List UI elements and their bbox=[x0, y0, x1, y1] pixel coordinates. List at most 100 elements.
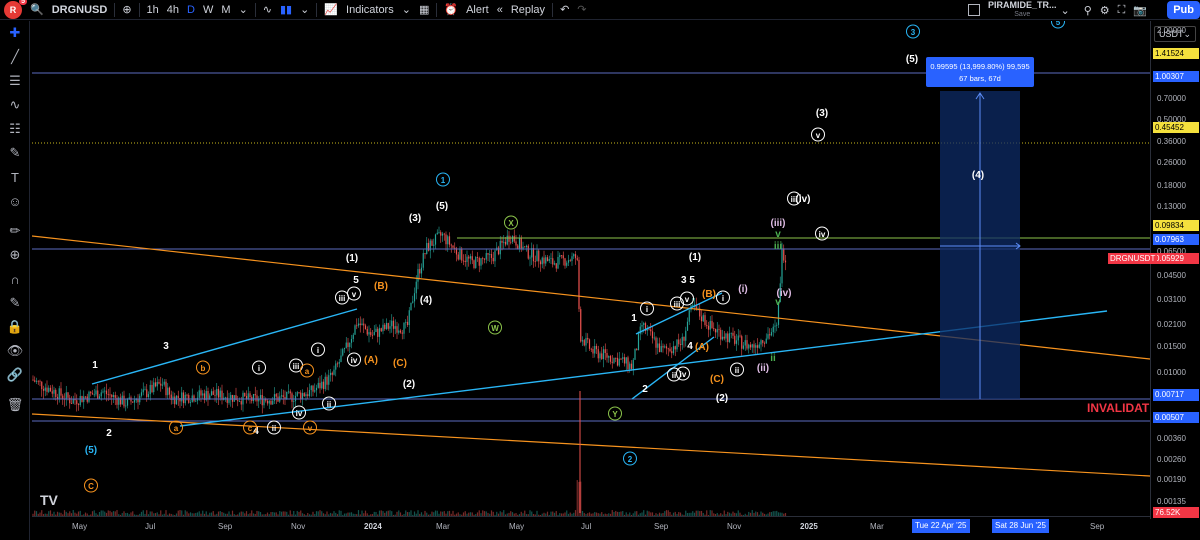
wave-label[interactable]: b bbox=[201, 364, 206, 373]
wave-label[interactable]: 2 bbox=[628, 455, 633, 464]
lock-drawing-icon[interactable]: ✎ bbox=[0, 291, 30, 315]
interval-w[interactable]: W bbox=[199, 0, 217, 20]
compare-symbol-icon[interactable]: ⊕ bbox=[118, 0, 135, 20]
magnet-icon[interactable]: ∩ bbox=[0, 267, 30, 291]
wave-label[interactable]: (2) bbox=[403, 379, 415, 390]
interval-1h[interactable]: 1h bbox=[143, 0, 163, 20]
wave-label[interactable]: 1 bbox=[92, 360, 98, 371]
user-avatar[interactable]: R5 bbox=[4, 0, 27, 19]
wave-label[interactable]: ii bbox=[327, 400, 331, 409]
wave-label[interactable]: (A) bbox=[364, 355, 378, 366]
wave-label[interactable]: c bbox=[248, 424, 253, 433]
wave-label[interactable]: (3) bbox=[816, 108, 828, 119]
wave-label[interactable]: (4) bbox=[972, 170, 984, 181]
wave-label[interactable]: C bbox=[88, 482, 94, 491]
wave-label[interactable]: iv bbox=[351, 356, 358, 365]
wave-label[interactable]: a bbox=[305, 367, 310, 376]
wave-label[interactable]: (1) bbox=[346, 253, 358, 264]
wave-label[interactable]: ii bbox=[272, 424, 276, 433]
wave-label[interactable]: 1 bbox=[631, 313, 637, 324]
interval-m[interactable]: M bbox=[217, 0, 234, 20]
wave-label[interactable]: (4) bbox=[420, 295, 432, 306]
search-icon[interactable]: 🔍 bbox=[26, 0, 48, 20]
wave-label[interactable]: (A) bbox=[695, 342, 709, 353]
zoom-in-icon[interactable]: ⊕ bbox=[0, 243, 30, 267]
wave-label[interactable]: (iv) bbox=[796, 194, 811, 205]
wave-label[interactable]: iv bbox=[819, 230, 826, 239]
wave-label[interactable]: i bbox=[646, 305, 648, 314]
wave-label[interactable]: i bbox=[317, 346, 319, 355]
wave-label[interactable]: ii bbox=[672, 371, 676, 380]
emoji-icon[interactable]: ☺ bbox=[0, 189, 30, 213]
settings-icon[interactable]: ⚙ bbox=[1096, 0, 1114, 20]
wave-label[interactable]: 2 bbox=[642, 384, 648, 395]
chart-type-dropdown-icon[interactable]: ⌄ bbox=[296, 0, 313, 20]
wave-label[interactable]: 2 bbox=[106, 428, 112, 439]
layouts-icon[interactable]: ▦ bbox=[415, 0, 433, 20]
fullscreen-icon[interactable]: ⛶ bbox=[1114, 0, 1130, 20]
price-chart[interactable]: 0.99595 (13,999.80%) 99,595 67 bars, 67d… bbox=[32, 21, 1150, 519]
wave-label[interactable]: (B) bbox=[374, 281, 388, 292]
wave-label[interactable]: iii bbox=[339, 294, 346, 303]
wave-label[interactable]: i bbox=[258, 364, 260, 373]
wave-label[interactable]: iii bbox=[674, 300, 681, 309]
wave-label[interactable]: (2) bbox=[716, 393, 728, 404]
eye-icon[interactable]: 👁 bbox=[0, 339, 30, 363]
wave-label[interactable]: (5) bbox=[85, 445, 97, 456]
chart-type-line-icon[interactable]: ∿ bbox=[259, 0, 276, 20]
wave-label[interactable]: 5 bbox=[1056, 21, 1061, 27]
trash-icon[interactable]: 🗑 bbox=[0, 393, 30, 417]
wave-label[interactable]: v bbox=[816, 131, 821, 140]
wave-label[interactable]: (3) bbox=[409, 213, 421, 224]
wave-label[interactable]: 3 5 bbox=[681, 275, 695, 286]
wave-label[interactable]: X bbox=[508, 219, 514, 228]
wave-label[interactable]: a bbox=[174, 424, 179, 433]
alert-button[interactable]: Alert bbox=[462, 0, 493, 20]
indicators-icon[interactable]: 📈 bbox=[320, 0, 342, 20]
wave-label[interactable]: W bbox=[491, 324, 499, 333]
wave-label[interactable]: (5) bbox=[906, 54, 918, 65]
trendline-icon[interactable]: ╱ bbox=[0, 45, 30, 69]
wave-label[interactable]: (C) bbox=[393, 358, 407, 369]
wave-label[interactable]: ii bbox=[735, 366, 739, 375]
wave-label[interactable]: v bbox=[352, 290, 357, 299]
wave-label[interactable]: v bbox=[775, 229, 781, 240]
replay-button[interactable]: Replay bbox=[507, 0, 549, 20]
symbol-search[interactable]: DRGNUSD bbox=[48, 0, 112, 20]
interval-4h[interactable]: 4h bbox=[163, 0, 183, 20]
publish-button[interactable]: Pub bbox=[1167, 1, 1200, 19]
interval-d[interactable]: D bbox=[183, 0, 199, 20]
indicators-dropdown-icon[interactable]: ⌄ bbox=[398, 0, 415, 20]
wave-label[interactable]: iv bbox=[296, 409, 303, 418]
wave-label[interactable]: (i) bbox=[738, 284, 747, 295]
time-axis[interactable]: May Jul Sep Nov 2024 Mar May Jul Sep Nov 2025 Mar Tu… bbox=[32, 516, 1150, 540]
wave-label[interactable]: Y bbox=[612, 410, 618, 419]
wave-label[interactable]: 5 bbox=[353, 275, 359, 286]
chart-type-bars-icon[interactable]: ▮▮ bbox=[276, 0, 296, 20]
alert-icon[interactable]: ⏰ bbox=[440, 0, 462, 20]
crosshair-icon[interactable]: ✚ bbox=[0, 21, 30, 45]
redo-icon[interactable]: ↷ bbox=[573, 0, 590, 20]
wave-label[interactable]: (C) bbox=[710, 374, 724, 385]
interval-dropdown-icon[interactable]: ⌄ bbox=[235, 0, 252, 20]
layout-name-button[interactable]: PIRAMIDE_TR... Save bbox=[988, 1, 1057, 19]
wave-label[interactable]: v bbox=[685, 295, 690, 304]
lock-icon[interactable]: 🔒 bbox=[0, 315, 30, 339]
wave-label[interactable]: ii bbox=[770, 353, 776, 364]
price-scale[interactable]: USDT ⌄ 2.00000 0.70000 0.50000 0.36000 0.2600… bbox=[1150, 21, 1200, 519]
wave-label[interactable]: v bbox=[775, 297, 781, 308]
wave-label[interactable]: (iii) bbox=[771, 218, 786, 229]
wave-label[interactable]: iv bbox=[680, 370, 687, 379]
wave-label[interactable]: 1 bbox=[441, 176, 446, 185]
wave-label[interactable]: (1) bbox=[689, 252, 701, 263]
wave-label[interactable]: i bbox=[722, 294, 724, 303]
replay-icon[interactable]: « bbox=[493, 0, 507, 20]
wave-label[interactable]: (B) bbox=[702, 289, 716, 300]
snapshot-icon[interactable]: 📷 bbox=[1129, 0, 1151, 20]
shapes-icon[interactable]: ☷ bbox=[0, 117, 30, 141]
wave-label[interactable]: 3 bbox=[163, 341, 169, 352]
brush-icon[interactable]: ✎ bbox=[0, 141, 30, 165]
layout-checkbox-icon[interactable] bbox=[968, 4, 980, 16]
wave-label[interactable]: 4 bbox=[687, 341, 693, 352]
wave-label[interactable]: (ii) bbox=[757, 363, 769, 374]
